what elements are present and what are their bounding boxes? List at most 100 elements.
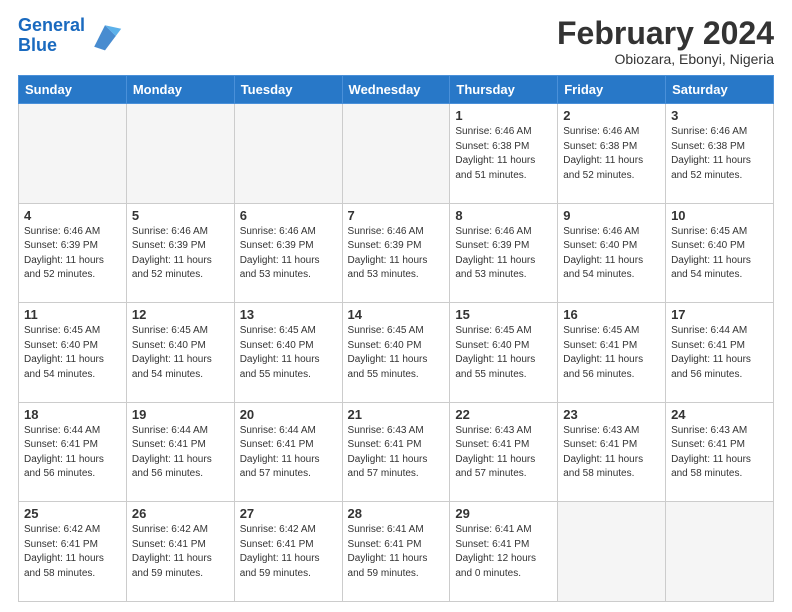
day-info: Sunrise: 6:46 AM Sunset: 6:38 PM Dayligh… (455, 125, 552, 183)
calendar-cell: 13 Sunrise: 6:45 AM Sunset: 6:40 PM Dayli… (234, 303, 342, 403)
day-info: Sunrise: 6:46 AM Sunset: 6:40 PM Dayligh… (563, 225, 660, 283)
calendar-cell: 22 Sunrise: 6:43 AM Sunset: 6:41 PM Dayli… (450, 402, 558, 502)
day-info: Sunrise: 6:46 AM Sunset: 6:39 PM Dayligh… (348, 225, 445, 283)
day-number: 24 (671, 407, 768, 422)
day-number: 10 (671, 208, 768, 223)
day-info: Sunrise: 6:41 AM Sunset: 6:41 PM Dayligh… (455, 523, 552, 581)
day-number: 27 (240, 506, 337, 521)
calendar-week-1: 4 Sunrise: 6:46 AM Sunset: 6:39 PM Daylig… (19, 203, 774, 303)
day-header-sunday: Sunday (19, 76, 127, 104)
day-info: Sunrise: 6:46 AM Sunset: 6:38 PM Dayligh… (671, 125, 768, 183)
calendar-cell (234, 104, 342, 204)
day-header-thursday: Thursday (450, 76, 558, 104)
calendar-cell: 28Sunrise: 6:41 AM Sunset: 6:41 PM Dayli… (342, 502, 450, 602)
calendar-cell: 10Sunrise: 6:45 AM Sunset: 6:40 PM Dayli… (666, 203, 774, 303)
day-number: 26 (132, 506, 229, 521)
day-info: Sunrise: 6:45 AM Sunset: 6:40 PM Dayligh… (348, 324, 445, 382)
calendar-cell: 19 Sunrise: 6:44 AM Sunset: 6:41 PM Dayli… (126, 402, 234, 502)
calendar-week-4: 25 Sunrise: 6:42 AM Sunset: 6:41 PM Dayli… (19, 502, 774, 602)
calendar-cell: 29 Sunrise: 6:41 AM Sunset: 6:41 PM Dayli… (450, 502, 558, 602)
day-number: 17 (671, 307, 768, 322)
day-info: Sunrise: 6:46 AM Sunset: 6:39 PM Dayligh… (24, 225, 121, 283)
logo-text: General (18, 16, 85, 36)
day-number: 22 (455, 407, 552, 422)
calendar-cell: 18 Sunrise: 6:44 AM Sunset: 6:41 PM Dayli… (19, 402, 127, 502)
calendar-cell: 15Sunrise: 6:45 AM Sunset: 6:40 PM Dayli… (450, 303, 558, 403)
calendar-cell (666, 502, 774, 602)
day-info: Sunrise: 6:46 AM Sunset: 6:39 PM Dayligh… (132, 225, 229, 283)
calendar-cell: 4 Sunrise: 6:46 AM Sunset: 6:39 PM Daylig… (19, 203, 127, 303)
calendar-week-0: 1 Sunrise: 6:46 AM Sunset: 6:38 PM Daylig… (19, 104, 774, 204)
day-info: Sunrise: 6:44 AM Sunset: 6:41 PM Dayligh… (132, 424, 229, 482)
day-header-friday: Friday (558, 76, 666, 104)
calendar-table: SundayMondayTuesdayWednesdayThursdayFrid… (18, 75, 774, 602)
calendar-cell: 6 Sunrise: 6:46 AM Sunset: 6:39 PM Daylig… (234, 203, 342, 303)
day-info: Sunrise: 6:44 AM Sunset: 6:41 PM Dayligh… (24, 424, 121, 482)
day-info: Sunrise: 6:46 AM Sunset: 6:39 PM Dayligh… (455, 225, 552, 283)
day-number: 9 (563, 208, 660, 223)
page: General Blue February 2024 Obiozara, Ebo… (0, 0, 792, 612)
calendar-cell (342, 104, 450, 204)
logo-text2: Blue (18, 36, 85, 56)
logo-icon (87, 18, 123, 54)
day-number: 6 (240, 208, 337, 223)
day-info: Sunrise: 6:43 AM Sunset: 6:41 PM Dayligh… (671, 424, 768, 482)
day-info: Sunrise: 6:45 AM Sunset: 6:40 PM Dayligh… (132, 324, 229, 382)
day-number: 16 (563, 307, 660, 322)
day-number: 18 (24, 407, 121, 422)
day-number: 2 (563, 108, 660, 123)
logo: General Blue (18, 16, 123, 56)
day-info: Sunrise: 6:45 AM Sunset: 6:41 PM Dayligh… (563, 324, 660, 382)
day-info: Sunrise: 6:43 AM Sunset: 6:41 PM Dayligh… (348, 424, 445, 482)
day-info: Sunrise: 6:42 AM Sunset: 6:41 PM Dayligh… (240, 523, 337, 581)
day-number: 21 (348, 407, 445, 422)
day-number: 5 (132, 208, 229, 223)
day-number: 19 (132, 407, 229, 422)
calendar-cell: 16 Sunrise: 6:45 AM Sunset: 6:41 PM Dayli… (558, 303, 666, 403)
day-info: Sunrise: 6:43 AM Sunset: 6:41 PM Dayligh… (455, 424, 552, 482)
calendar-cell (19, 104, 127, 204)
calendar-cell: 12 Sunrise: 6:45 AM Sunset: 6:40 PM Dayli… (126, 303, 234, 403)
day-number: 7 (348, 208, 445, 223)
day-number: 3 (671, 108, 768, 123)
calendar-cell: 26 Sunrise: 6:42 AM Sunset: 6:41 PM Dayli… (126, 502, 234, 602)
calendar-cell: 23Sunrise: 6:43 AM Sunset: 6:41 PM Dayli… (558, 402, 666, 502)
calendar-cell: 20Sunrise: 6:44 AM Sunset: 6:41 PM Dayli… (234, 402, 342, 502)
day-number: 1 (455, 108, 552, 123)
day-number: 13 (240, 307, 337, 322)
day-number: 20 (240, 407, 337, 422)
day-number: 4 (24, 208, 121, 223)
calendar-cell: 5 Sunrise: 6:46 AM Sunset: 6:39 PM Daylig… (126, 203, 234, 303)
day-info: Sunrise: 6:46 AM Sunset: 6:38 PM Dayligh… (563, 125, 660, 183)
day-info: Sunrise: 6:42 AM Sunset: 6:41 PM Dayligh… (132, 523, 229, 581)
day-info: Sunrise: 6:42 AM Sunset: 6:41 PM Dayligh… (24, 523, 121, 581)
calendar-cell (558, 502, 666, 602)
location: Obiozara, Ebonyi, Nigeria (557, 51, 774, 67)
calendar-cell: 11Sunrise: 6:45 AM Sunset: 6:40 PM Dayli… (19, 303, 127, 403)
day-number: 8 (455, 208, 552, 223)
day-header-wednesday: Wednesday (342, 76, 450, 104)
day-header-monday: Monday (126, 76, 234, 104)
calendar-cell: 2 Sunrise: 6:46 AM Sunset: 6:38 PM Daylig… (558, 104, 666, 204)
day-header-tuesday: Tuesday (234, 76, 342, 104)
day-number: 29 (455, 506, 552, 521)
month-title: February 2024 (557, 16, 774, 51)
top-section: General Blue February 2024 Obiozara, Ebo… (18, 16, 774, 67)
calendar-header-row: SundayMondayTuesdayWednesdayThursdayFrid… (19, 76, 774, 104)
day-number: 25 (24, 506, 121, 521)
calendar-cell: 3 Sunrise: 6:46 AM Sunset: 6:38 PM Daylig… (666, 104, 774, 204)
calendar-cell: 7 Sunrise: 6:46 AM Sunset: 6:39 PM Daylig… (342, 203, 450, 303)
calendar-cell: 17 Sunrise: 6:44 AM Sunset: 6:41 PM Dayli… (666, 303, 774, 403)
day-info: Sunrise: 6:44 AM Sunset: 6:41 PM Dayligh… (671, 324, 768, 382)
day-info: Sunrise: 6:41 AM Sunset: 6:41 PM Dayligh… (348, 523, 445, 581)
day-info: Sunrise: 6:43 AM Sunset: 6:41 PM Dayligh… (563, 424, 660, 482)
calendar-cell: 14 Sunrise: 6:45 AM Sunset: 6:40 PM Dayli… (342, 303, 450, 403)
day-number: 12 (132, 307, 229, 322)
day-info: Sunrise: 6:45 AM Sunset: 6:40 PM Dayligh… (240, 324, 337, 382)
calendar-cell: 1 Sunrise: 6:46 AM Sunset: 6:38 PM Daylig… (450, 104, 558, 204)
day-number: 14 (348, 307, 445, 322)
calendar-cell: 24 Sunrise: 6:43 AM Sunset: 6:41 PM Dayli… (666, 402, 774, 502)
calendar-cell: 9 Sunrise: 6:46 AM Sunset: 6:40 PM Daylig… (558, 203, 666, 303)
calendar-cell: 27 Sunrise: 6:42 AM Sunset: 6:41 PM Dayli… (234, 502, 342, 602)
day-info: Sunrise: 6:46 AM Sunset: 6:39 PM Dayligh… (240, 225, 337, 283)
